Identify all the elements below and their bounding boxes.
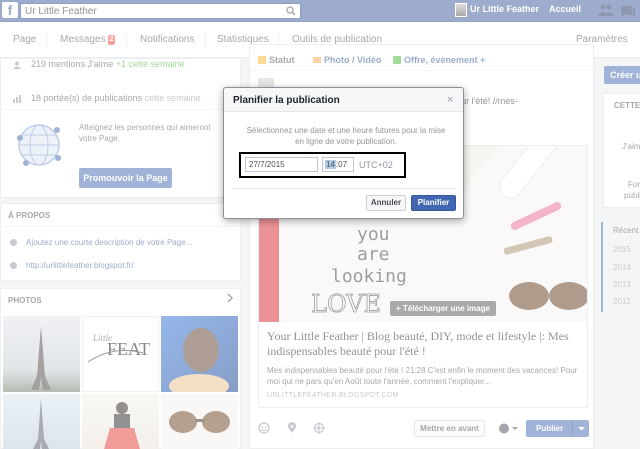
schedule-button[interactable]: Planifier xyxy=(411,195,456,211)
time-hours[interactable]: 14 xyxy=(325,160,336,169)
dialog-footer-divider xyxy=(232,188,456,189)
dialog-header: Planifier la publication × xyxy=(224,88,463,112)
dialog-message: Sélectionnez une date et une heure futur… xyxy=(246,126,446,146)
date-field[interactable]: 27/7/2015 xyxy=(245,157,335,172)
time-minutes[interactable]: 07 xyxy=(338,160,347,169)
dialog-title: Planifier la publication xyxy=(233,95,340,106)
time-field[interactable]: 14:07 xyxy=(322,157,354,172)
close-icon[interactable]: × xyxy=(447,94,453,106)
modal-backdrop[interactable] xyxy=(0,0,640,449)
cancel-button[interactable]: Annuler xyxy=(366,195,406,211)
schedule-post-dialog: Planifier la publication × Sélectionnez … xyxy=(223,87,464,219)
timezone-label: UTC+02 xyxy=(359,160,393,170)
date-value: 27/7/2015 xyxy=(249,160,285,169)
